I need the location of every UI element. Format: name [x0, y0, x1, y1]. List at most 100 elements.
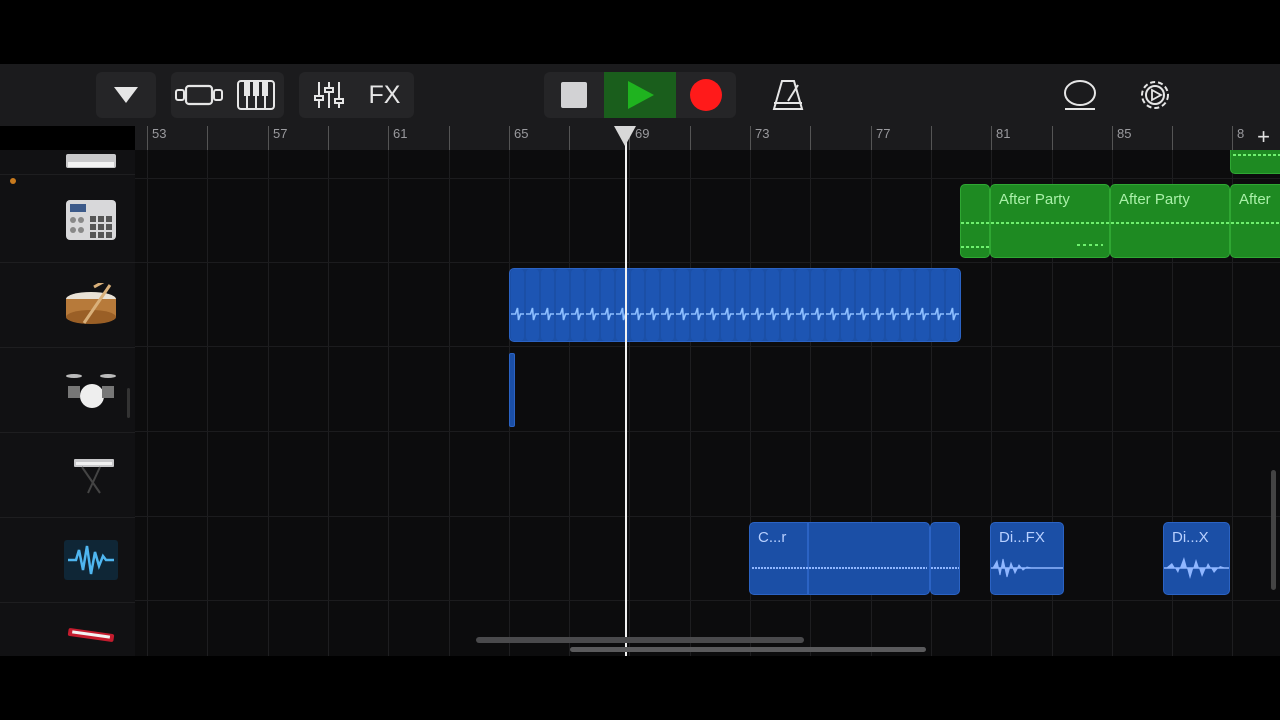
track-header-beat-sequencer[interactable] — [0, 178, 135, 263]
track-header-keyboard-stand[interactable] — [0, 433, 135, 518]
playhead[interactable] — [625, 126, 627, 656]
ruler-tick — [449, 126, 450, 150]
loop-segment — [661, 269, 674, 341]
loop-segment — [916, 269, 929, 341]
lane-divider — [135, 431, 1280, 432]
bar-number: 53 — [152, 126, 167, 141]
region-top-partial[interactable] — [1230, 150, 1280, 174]
record-button[interactable] — [676, 72, 736, 118]
region-after-party[interactable]: After Party — [1110, 184, 1230, 258]
ruler-tick — [871, 126, 872, 150]
timeline-ruler[interactable]: 53 57 61 65 69 73 77 81 85 8 + — [135, 124, 1280, 151]
audio-waveform — [991, 558, 1063, 578]
loop-segment — [871, 269, 884, 341]
loop-segment — [541, 269, 554, 341]
loop-segment — [781, 269, 794, 341]
ruler-tick — [328, 126, 329, 150]
playhead-handle[interactable] — [614, 126, 636, 146]
vertical-scrollbar[interactable] — [1271, 470, 1276, 590]
instrument-view-button[interactable] — [228, 72, 284, 118]
beat-sequencer-icon — [66, 200, 116, 240]
loop-segment — [931, 269, 944, 341]
region-snare-loop[interactable] — [509, 268, 961, 342]
browser-menu-button[interactable] — [96, 72, 156, 118]
ruler-tick — [750, 126, 751, 150]
horizontal-scrollbar[interactable] — [476, 637, 804, 643]
lane-divider — [135, 178, 1280, 179]
region-audio-di-x[interactable]: Di...X — [1163, 522, 1230, 595]
stop-button[interactable] — [544, 72, 604, 118]
track-header-keyboard-synth[interactable] — [0, 150, 135, 175]
mixer-button[interactable] — [301, 72, 357, 118]
ruler-tick — [268, 126, 269, 150]
ruler-tick — [690, 126, 691, 150]
play-button[interactable] — [604, 72, 676, 118]
loop-segment — [616, 269, 629, 341]
loop-browser-button[interactable] — [1058, 72, 1102, 118]
region-drum-kit-fragment[interactable] — [509, 353, 515, 427]
tracks-area[interactable]: After Party After Party After C...r Di..… — [135, 150, 1280, 656]
mix-group: FX — [299, 72, 414, 118]
midi-dots — [961, 222, 989, 248]
drum-kit-icon — [66, 374, 116, 408]
horizontal-scrollbar-secondary[interactable] — [570, 647, 926, 652]
ruler-tick — [1112, 126, 1113, 150]
ruler-tick — [1172, 126, 1173, 150]
region-after-party-tail[interactable] — [960, 184, 990, 258]
region-after-party[interactable]: After — [1230, 184, 1280, 258]
midi-dots — [1231, 222, 1280, 224]
loop-segment — [766, 269, 779, 341]
loop-segment — [556, 269, 569, 341]
ruler-tick — [207, 126, 208, 150]
region-after-party[interactable]: After Party — [990, 184, 1110, 258]
sliders-icon — [313, 82, 344, 108]
loop-segment — [886, 269, 899, 341]
audio-waveform — [1164, 557, 1229, 579]
grid-line — [268, 150, 269, 656]
piano-keys-icon — [236, 80, 275, 110]
midi-dots — [1111, 222, 1229, 224]
bar-number: 85 — [1117, 126, 1132, 141]
keyboard-stand-icon — [74, 459, 114, 494]
loop-segment — [736, 269, 749, 341]
transport-group — [544, 72, 736, 118]
audio-waveform — [511, 269, 959, 341]
metronome-button[interactable] — [766, 72, 810, 118]
bar-number: 81 — [996, 126, 1011, 141]
tracks-view-button[interactable] — [172, 72, 228, 118]
ruler-tick — [810, 126, 811, 150]
grid-line — [629, 150, 630, 656]
loop-segment — [841, 269, 854, 341]
region-audio-di-fx[interactable]: Di...FX — [990, 522, 1064, 595]
fx-button[interactable]: FX — [357, 72, 413, 118]
loop-segment — [946, 269, 959, 341]
region-audio-c-tail[interactable] — [930, 522, 960, 595]
loop-segment — [676, 269, 689, 341]
ruler-tick — [388, 126, 389, 150]
loop-segment — [631, 269, 644, 341]
grid-line — [449, 150, 450, 656]
track-header-audio-recorder[interactable] — [0, 518, 135, 603]
track-header-red-keyboard[interactable] — [0, 603, 135, 656]
settings-button[interactable] — [1132, 72, 1178, 118]
ruler-tick — [147, 126, 148, 150]
audio-waveform-icon — [68, 545, 114, 575]
loop-segment — [691, 269, 704, 341]
metronome-icon — [772, 80, 804, 110]
gear-icon — [1141, 81, 1169, 109]
loop-segment — [706, 269, 719, 341]
loop-segment — [721, 269, 734, 341]
ruler-tick — [991, 126, 992, 150]
lane-divider — [135, 516, 1280, 517]
lane-divider — [135, 346, 1280, 347]
bar-number: 77 — [876, 126, 891, 141]
lane-divider — [135, 600, 1280, 601]
audio-waveform — [752, 523, 927, 594]
add-section-button[interactable]: + — [1257, 124, 1270, 150]
loop-segment — [796, 269, 809, 341]
track-header-drum-kit[interactable] — [0, 348, 135, 433]
region-audio-c[interactable]: C...r — [749, 522, 930, 595]
red-keyboard-icon — [67, 628, 115, 642]
track-header-snare[interactable] — [0, 263, 135, 348]
loop-segment — [511, 269, 524, 341]
